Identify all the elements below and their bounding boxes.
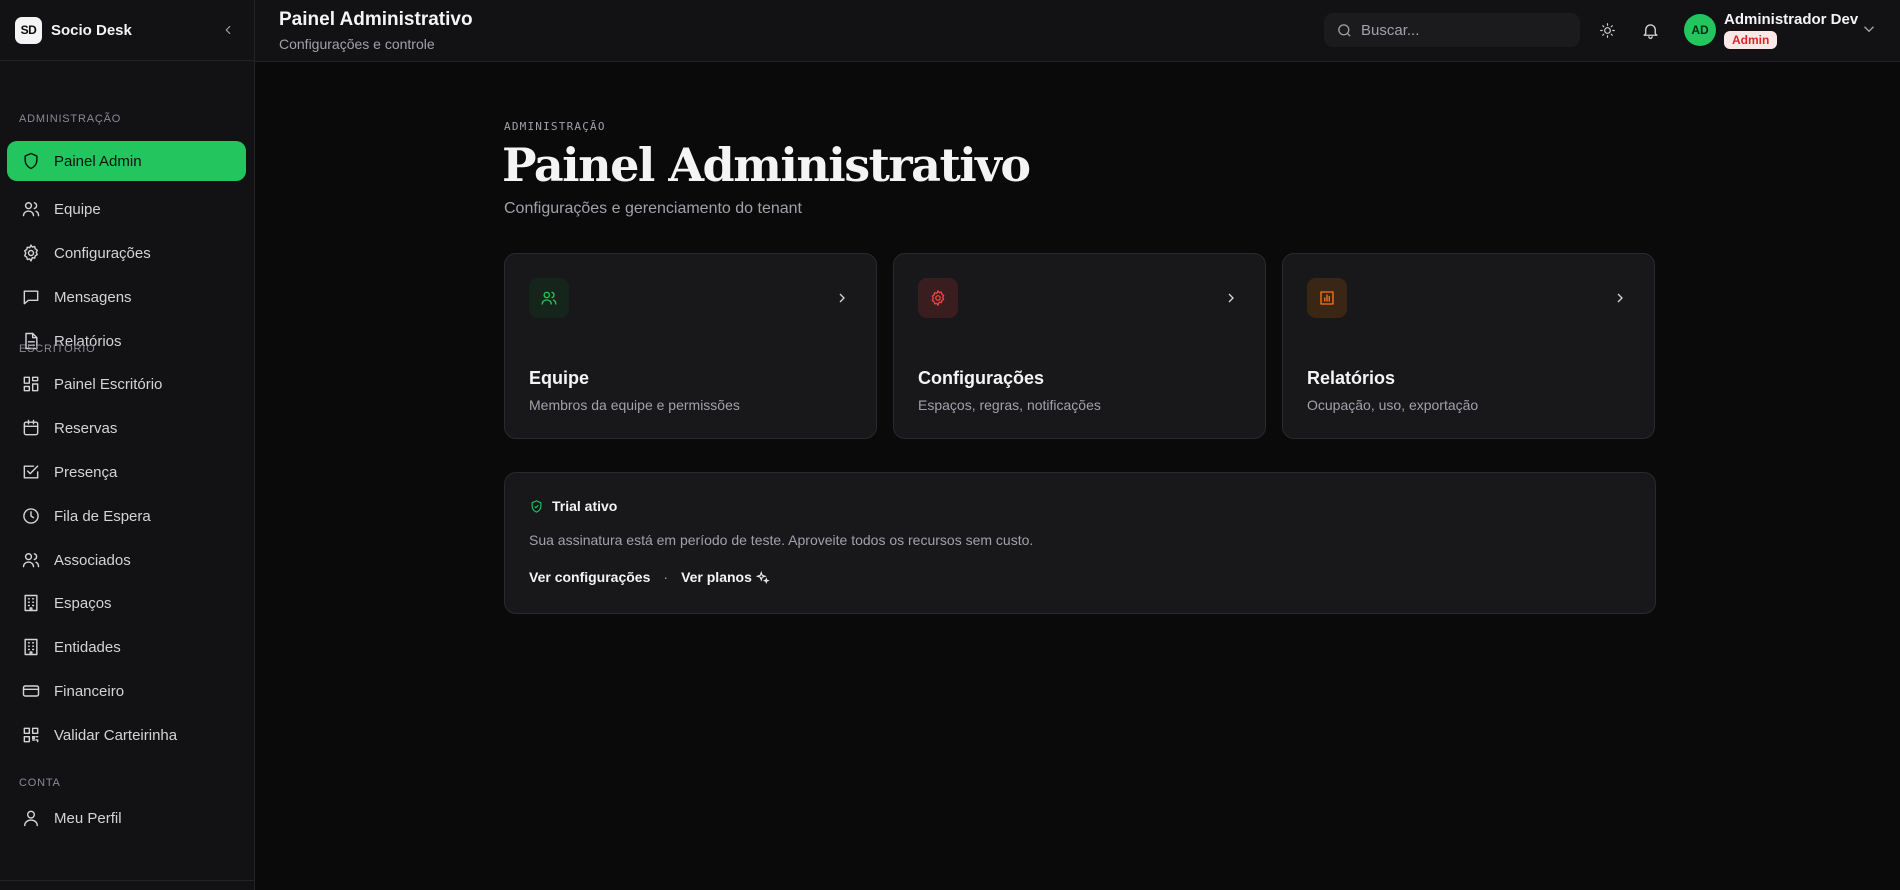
- chevron-right-icon: [834, 290, 850, 306]
- card-icon-box: [918, 278, 958, 318]
- sidebar-item-espacos[interactable]: Espaços: [7, 583, 246, 623]
- sidebar-item-label: Entidades: [54, 638, 121, 656]
- page-subtitle: Configurações e gerenciamento do tenant: [504, 200, 802, 217]
- credit-card-icon: [22, 685, 40, 697]
- sidebar-item-painel-escritorio[interactable]: Painel Escritório: [7, 364, 246, 404]
- card-description: Ocupação, uso, exportação: [1307, 397, 1479, 413]
- sidebar-item-configuracoes[interactable]: Configurações: [7, 233, 246, 273]
- card-equipe[interactable]: Equipe Membros da equipe e permissões: [504, 253, 877, 439]
- app-logo[interactable]: SD: [15, 16, 42, 44]
- qr-code-icon: [23, 727, 39, 743]
- sun-icon: [1599, 22, 1615, 38]
- header-subtitle: Configurações e controle: [279, 36, 435, 52]
- sidebar-item-label: Validar Carteirinha: [54, 726, 178, 744]
- building-icon: [24, 638, 38, 656]
- users-icon: [541, 291, 557, 305]
- section-label-conta: CONTA: [19, 777, 61, 789]
- sidebar-item-label: Financeiro: [54, 682, 125, 700]
- sidebar-footer: [0, 880, 255, 890]
- sidebar-item-label: Associados: [54, 551, 131, 569]
- bar-chart-icon: [1320, 291, 1334, 305]
- check-square-icon: [23, 465, 39, 479]
- search-icon: [1338, 23, 1351, 37]
- bell-icon: [1642, 23, 1658, 39]
- clock-icon: [23, 508, 39, 524]
- header-title: Painel Administrativo: [279, 9, 473, 30]
- sidebar-item-label: Configurações: [54, 244, 151, 262]
- brand: SD Socio Desk: [0, 0, 254, 61]
- top-header: Painel Administrativo Configurações e co…: [255, 0, 1900, 62]
- chevron-left-icon: [225, 25, 231, 35]
- sidebar-item-fila-de-espera[interactable]: Fila de Espera: [7, 496, 246, 536]
- page-eyebrow: ADMINISTRAÇÃO: [504, 120, 606, 133]
- sidebar-item-associados[interactable]: Associados: [7, 540, 246, 580]
- users-icon: [22, 553, 40, 568]
- card-icon-box: [529, 278, 569, 318]
- chevron-right-icon: [1612, 290, 1628, 306]
- sidebar-item-reservas[interactable]: Reservas: [7, 408, 246, 448]
- card-icon-box: [1307, 278, 1347, 318]
- dashboard-icon: [23, 376, 39, 392]
- users-icon: [22, 202, 40, 217]
- view-settings-link[interactable]: Ver configurações: [529, 569, 650, 585]
- chevron-down-icon: [1864, 26, 1874, 33]
- search-input[interactable]: [1361, 21, 1561, 39]
- sidebar-item-label: Painel Admin: [54, 152, 142, 170]
- page-title: Painel Administrativo: [502, 138, 1031, 192]
- message-icon: [23, 290, 39, 305]
- gear-icon: [24, 244, 38, 262]
- section-label-administracao: ADMINISTRAÇÃO: [19, 113, 122, 125]
- sidebar-item-entidades[interactable]: Entidades: [7, 627, 246, 667]
- avatar[interactable]: AD: [1684, 14, 1716, 46]
- user-icon: [24, 810, 38, 827]
- sidebar-item-painel-admin[interactable]: Painel Admin: [7, 141, 246, 181]
- section-label-escritorio: ESCRITÓRIO: [19, 343, 96, 355]
- sidebar-item-label: Mensagens: [54, 288, 132, 306]
- sidebar-item-meu-perfil[interactable]: Meu Perfil: [7, 798, 246, 838]
- card-title: Configurações: [918, 368, 1045, 388]
- trial-text: Sua assinatura está em período de teste.…: [529, 532, 1034, 548]
- trial-links: Ver configurações · Ver planos: [529, 569, 770, 585]
- sidebar-item-mensagens[interactable]: Mensagens: [7, 277, 246, 317]
- calendar-icon: [23, 419, 39, 436]
- sidebar-item-label: Fila de Espera: [54, 507, 151, 525]
- shield-icon: [24, 152, 38, 170]
- sidebar-item-label: Presença: [54, 463, 118, 481]
- user-name[interactable]: Administrador Dev: [1724, 11, 1858, 28]
- building-icon: [24, 594, 38, 612]
- card-relatorios[interactable]: Relatórios Ocupação, uso, exportação: [1282, 253, 1655, 439]
- trial-header: Trial ativo: [529, 498, 617, 514]
- sidebar-item-label: Meu Perfil: [54, 809, 122, 827]
- sidebar-item-validar-carteirinha[interactable]: Validar Carteirinha: [7, 715, 246, 755]
- notifications-button[interactable]: [1639, 19, 1661, 41]
- sidebar-item-label: Reservas: [54, 419, 118, 437]
- sidebar-item-label: Equipe: [54, 200, 101, 218]
- link-separator: ·: [663, 569, 669, 585]
- card-title: Relatórios: [1307, 368, 1396, 388]
- card-description: Espaços, regras, notificações: [918, 397, 1101, 413]
- app-name: Socio Desk: [51, 21, 132, 39]
- sidebar-item-presenca[interactable]: Presença: [7, 452, 246, 492]
- gear-icon: [931, 290, 945, 306]
- user-menu-button[interactable]: [1860, 20, 1878, 38]
- collapse-sidebar-button[interactable]: [217, 19, 239, 41]
- sidebar-item-financeiro[interactable]: Financeiro: [7, 671, 246, 711]
- sidebar-item-label: Painel Escritório: [54, 375, 163, 393]
- shield-check-icon: [531, 499, 542, 513]
- theme-toggle-button[interactable]: [1596, 19, 1618, 41]
- search-box[interactable]: [1324, 13, 1580, 47]
- trial-title: Trial ativo: [552, 498, 618, 514]
- sidebar-item-equipe[interactable]: Equipe: [7, 189, 246, 229]
- sparkles-icon: [755, 570, 770, 584]
- role-badge: Admin: [1724, 31, 1778, 49]
- trial-banner: Trial ativo Sua assinatura está em perío…: [504, 472, 1656, 614]
- sidebar: SD Socio Desk ADMINISTRAÇÃO Painel Admin…: [0, 0, 255, 890]
- chevron-right-icon: [1223, 290, 1239, 306]
- card-configuracoes[interactable]: Configurações Espaços, regras, notificaç…: [893, 253, 1266, 439]
- sidebar-item-label: Espaços: [54, 594, 112, 612]
- card-title: Equipe: [529, 368, 590, 388]
- card-description: Membros da equipe e permissões: [529, 397, 740, 413]
- view-plans-link[interactable]: Ver planos: [681, 569, 752, 585]
